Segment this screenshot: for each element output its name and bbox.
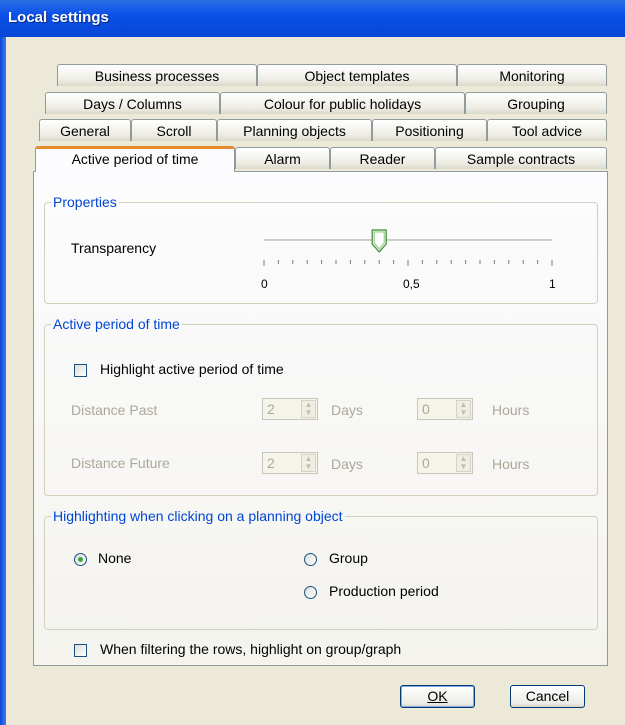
window-left-border <box>0 37 6 725</box>
slider-max-label: 1 <box>549 277 556 291</box>
radio-production-period-label: Production period <box>329 583 439 599</box>
slider-min-label: 0 <box>261 277 268 291</box>
distance-past-days-unit: Days <box>331 402 363 418</box>
highlight-active-period-label: Highlight active period of time <box>100 361 284 377</box>
radio-none-label: None <box>98 550 132 566</box>
distance-future-days-unit: Days <box>331 456 363 472</box>
slider-ticks <box>263 260 553 266</box>
filter-highlight-label: When filtering the rows, highlight on gr… <box>100 641 402 657</box>
filter-highlight-checkbox[interactable] <box>74 644 87 657</box>
radio-group[interactable] <box>304 553 317 566</box>
tab-colour-public-holidays[interactable]: Colour for public holidays <box>220 92 465 114</box>
properties-legend: Properties <box>53 194 117 210</box>
spin-arrows-icon[interactable]: ▲ ▼ <box>301 454 316 472</box>
tab-object-templates[interactable]: Object templates <box>257 64 457 86</box>
tab-alarm[interactable]: Alarm <box>235 147 330 169</box>
distance-future-days-value: 2 <box>267 455 275 471</box>
distance-past-hours-unit: Hours <box>492 402 530 418</box>
spin-arrows-icon[interactable]: ▲ ▼ <box>456 400 471 418</box>
distance-future-hours-stepper[interactable]: 0 ▲ ▼ <box>417 452 473 474</box>
tab-sample-contracts[interactable]: Sample contracts <box>435 147 607 169</box>
distance-future-hours-value: 0 <box>422 455 430 471</box>
tab-positioning[interactable]: Positioning <box>372 119 487 141</box>
spin-arrows-icon[interactable]: ▲ ▼ <box>456 454 471 472</box>
slider-mid-label: 0,5 <box>403 277 420 291</box>
tab-general[interactable]: General <box>39 119 131 141</box>
radio-group-label: Group <box>329 550 368 566</box>
distance-past-days-value: 2 <box>267 401 275 417</box>
tab-business-processes[interactable]: Business processes <box>57 64 257 86</box>
tab-monitoring[interactable]: Monitoring <box>457 64 607 86</box>
tab-tool-advice[interactable]: Tool advice <box>487 119 607 141</box>
ok-button-label: OK <box>427 688 448 704</box>
distance-past-hours-value: 0 <box>422 401 430 417</box>
active-period-legend: Active period of time <box>53 316 180 332</box>
highlight-active-period-checkbox[interactable] <box>74 364 87 377</box>
window-title: Local settings <box>8 9 109 26</box>
slider-thumb[interactable] <box>371 229 387 253</box>
distance-future-hours-unit: Hours <box>492 456 530 472</box>
transparency-label: Transparency <box>71 240 157 256</box>
tab-planning-objects[interactable]: Planning objects <box>217 119 372 141</box>
cancel-button[interactable]: Cancel <box>510 685 585 708</box>
tab-days-columns[interactable]: Days / Columns <box>45 92 220 114</box>
distance-past-days-stepper[interactable]: 2 ▲ ▼ <box>262 398 318 420</box>
radio-production-period[interactable] <box>304 586 317 599</box>
tab-panel: Properties Transparency 0 0,5 1 Active p… <box>33 171 608 666</box>
highlighting-group: Highlighting when clicking on a planning… <box>44 508 598 630</box>
radio-none[interactable] <box>74 553 87 566</box>
distance-future-label: Distance Future <box>71 455 170 471</box>
cancel-button-label: Cancel <box>525 688 570 704</box>
tab-scroll[interactable]: Scroll <box>131 119 217 141</box>
distance-past-label: Distance Past <box>71 402 158 418</box>
tab-grouping[interactable]: Grouping <box>465 92 607 114</box>
spin-arrows-icon[interactable]: ▲ ▼ <box>301 400 316 418</box>
ok-button[interactable]: OK <box>400 685 475 708</box>
highlighting-legend: Highlighting when clicking on a planning… <box>53 508 343 524</box>
distance-past-hours-stepper[interactable]: 0 ▲ ▼ <box>417 398 473 420</box>
distance-future-days-stepper[interactable]: 2 ▲ ▼ <box>262 452 318 474</box>
title-bar: Local settings <box>0 0 625 37</box>
tab-reader[interactable]: Reader <box>330 147 435 169</box>
tab-active-period-of-time[interactable]: Active period of time <box>35 146 235 172</box>
